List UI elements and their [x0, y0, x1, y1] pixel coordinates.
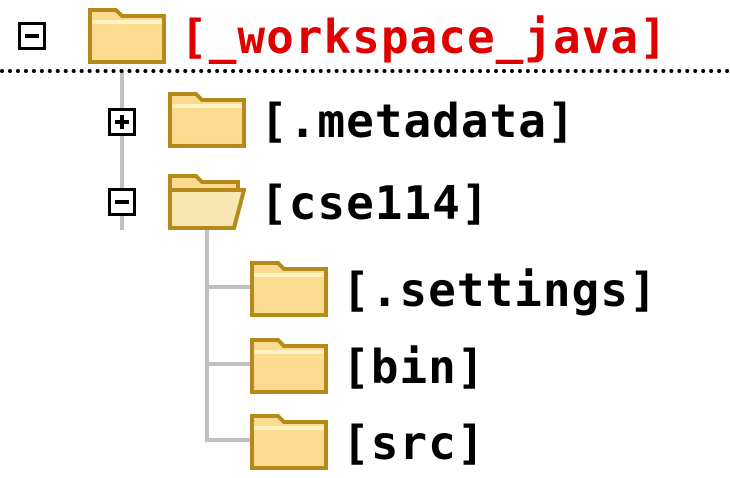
tree-line — [205, 285, 250, 289]
tree-node-label: [bin] — [342, 340, 486, 394]
folder-icon — [250, 338, 328, 394]
collapse-toggle-cse114[interactable] — [108, 188, 136, 216]
tree-node-label: [_workspace_java] — [180, 10, 668, 64]
selection-focus-outline — [0, 69, 730, 73]
folder-open-icon — [168, 174, 246, 230]
tree-line — [205, 362, 250, 366]
tree-node-label: [.metadata] — [260, 94, 576, 148]
tree-node-label: [cse114] — [260, 176, 490, 230]
tree-line — [205, 438, 250, 442]
folder-icon — [168, 92, 246, 148]
tree-node-label: [src] — [342, 416, 486, 470]
file-tree: [_workspace_java] [.metadata] [cse114] [… — [0, 0, 730, 475]
folder-icon — [250, 414, 328, 470]
collapse-toggle-root[interactable] — [18, 22, 46, 50]
tree-node-label: [.settings] — [342, 263, 658, 317]
expand-toggle-metadata[interactable] — [108, 108, 136, 136]
tree-line — [205, 230, 209, 442]
folder-icon — [250, 261, 328, 317]
folder-icon — [88, 8, 166, 64]
